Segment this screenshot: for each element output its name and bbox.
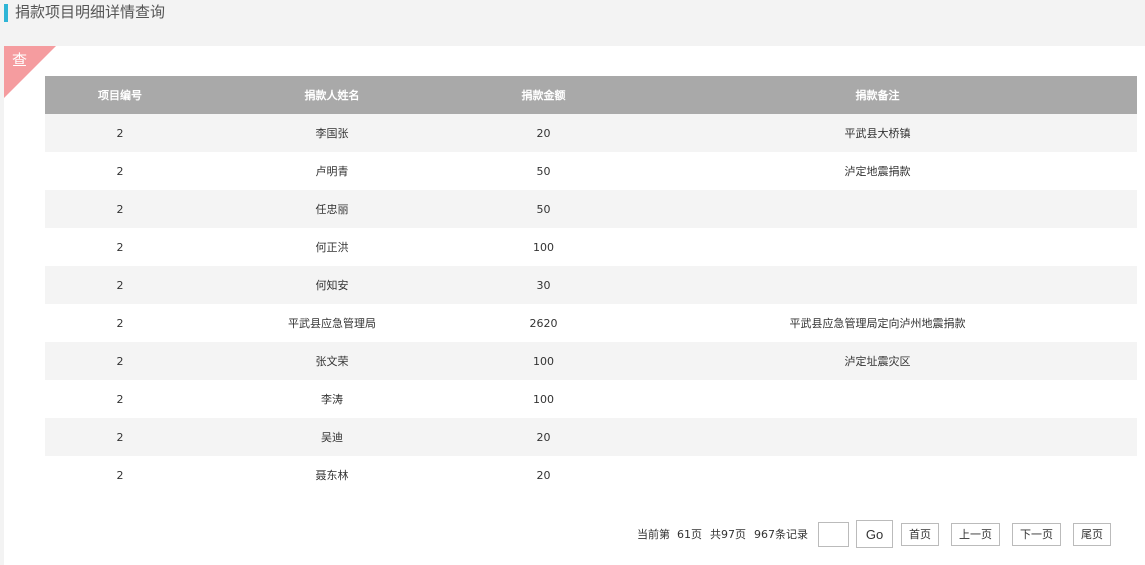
- table-row: 2 何知安 30: [45, 266, 1137, 304]
- cell-project-id: 2: [45, 380, 195, 418]
- cell-remark: [618, 380, 1137, 418]
- content-panel: 查 项目编号 捐款人姓名 捐款金额 捐款备注 2 李国张 20 平武县大桥镇 2 卢明青 5…: [4, 46, 1145, 565]
- cell-remark: 平武县大桥镇: [618, 114, 1137, 152]
- table-row: 2 李国张 20 平武县大桥镇: [45, 114, 1137, 152]
- cell-amount: 100: [469, 342, 618, 380]
- cell-remark: [618, 266, 1137, 304]
- pagination: 当前第 61页 共97页 967条记录 Go 首页 上一页 下一页 尾页: [637, 520, 1111, 548]
- cell-amount: 100: [469, 380, 618, 418]
- cell-remark: [618, 190, 1137, 228]
- column-header-remark: 捐款备注: [618, 76, 1137, 114]
- column-header-amount: 捐款金额: [469, 76, 618, 114]
- corner-ribbon-label: 查: [12, 51, 28, 69]
- first-page-button[interactable]: 首页: [901, 522, 939, 546]
- cell-donor-name: 李涛: [195, 380, 469, 418]
- cell-project-id: 2: [45, 228, 195, 266]
- table-row: 2 何正洪 100: [45, 228, 1137, 266]
- cell-remark: [618, 456, 1137, 494]
- cell-donor-name: 聂东林: [195, 456, 469, 494]
- cell-project-id: 2: [45, 266, 195, 304]
- page-header: 捐款项目明细详情查询: [0, 0, 1145, 46]
- cell-amount: 2620: [469, 304, 618, 342]
- cell-donor-name: 任忠丽: [195, 190, 469, 228]
- cell-remark: [618, 228, 1137, 266]
- cell-amount: 50: [469, 152, 618, 190]
- table-row: 2 卢明青 50 泸定地震捐款: [45, 152, 1137, 190]
- column-header-donor-name: 捐款人姓名: [195, 76, 469, 114]
- cell-remark: 泸定地震捐款: [618, 152, 1137, 190]
- cell-remark: 泸定址震灾区: [618, 342, 1137, 380]
- table-row: 2 吴迪 20: [45, 418, 1137, 456]
- table-header-row: 项目编号 捐款人姓名 捐款金额 捐款备注: [45, 76, 1137, 114]
- cell-donor-name: 何知安: [195, 266, 469, 304]
- cell-amount: 20: [469, 456, 618, 494]
- cell-project-id: 2: [45, 190, 195, 228]
- table-row: 2 张文荣 100 泸定址震灾区: [45, 342, 1137, 380]
- table-row: 2 平武县应急管理局 2620 平武县应急管理局定向泸州地震捐款: [45, 304, 1137, 342]
- cell-donor-name: 李国张: [195, 114, 469, 152]
- cell-amount: 20: [469, 418, 618, 456]
- header-accent-bar: [4, 4, 8, 22]
- column-header-project-id: 项目编号: [45, 76, 195, 114]
- cell-remark: 平武县应急管理局定向泸州地震捐款: [618, 304, 1137, 342]
- cell-project-id: 2: [45, 456, 195, 494]
- cell-amount: 30: [469, 266, 618, 304]
- total-records-text: 967条记录: [754, 528, 808, 541]
- next-page-button[interactable]: 下一页: [1012, 522, 1061, 546]
- page-number-input[interactable]: [818, 521, 849, 547]
- table-row: 2 李涛 100: [45, 380, 1137, 418]
- cell-project-id: 2: [45, 152, 195, 190]
- cell-donor-name: 平武县应急管理局: [195, 304, 469, 342]
- cell-donor-name: 何正洪: [195, 228, 469, 266]
- cell-remark: [618, 418, 1137, 456]
- cell-donor-name: 吴迪: [195, 418, 469, 456]
- cell-project-id: 2: [45, 418, 195, 456]
- prev-page-button[interactable]: 上一页: [951, 522, 1000, 546]
- cell-project-id: 2: [45, 304, 195, 342]
- cell-amount: 100: [469, 228, 618, 266]
- cell-donor-name: 张文荣: [195, 342, 469, 380]
- donation-table: 项目编号 捐款人姓名 捐款金额 捐款备注 2 李国张 20 平武县大桥镇 2 卢明青 50 泸…: [45, 76, 1137, 494]
- cell-project-id: 2: [45, 114, 195, 152]
- cell-project-id: 2: [45, 342, 195, 380]
- table-row: 2 聂东林 20: [45, 456, 1137, 494]
- page-title: 捐款项目明细详情查询: [15, 3, 166, 21]
- last-page-button[interactable]: 尾页: [1073, 522, 1111, 546]
- table-row: 2 任忠丽 50: [45, 190, 1137, 228]
- cell-amount: 20: [469, 114, 618, 152]
- cell-donor-name: 卢明青: [195, 152, 469, 190]
- table-body: 2 李国张 20 平武县大桥镇 2 卢明青 50 泸定地震捐款 2 任忠丽 50 2 何正洪 100 2 何知…: [45, 114, 1137, 494]
- total-pages-text: 共97页: [710, 528, 746, 541]
- current-page-text: 当前第 61页: [637, 528, 702, 541]
- cell-amount: 50: [469, 190, 618, 228]
- go-button[interactable]: Go: [856, 520, 893, 548]
